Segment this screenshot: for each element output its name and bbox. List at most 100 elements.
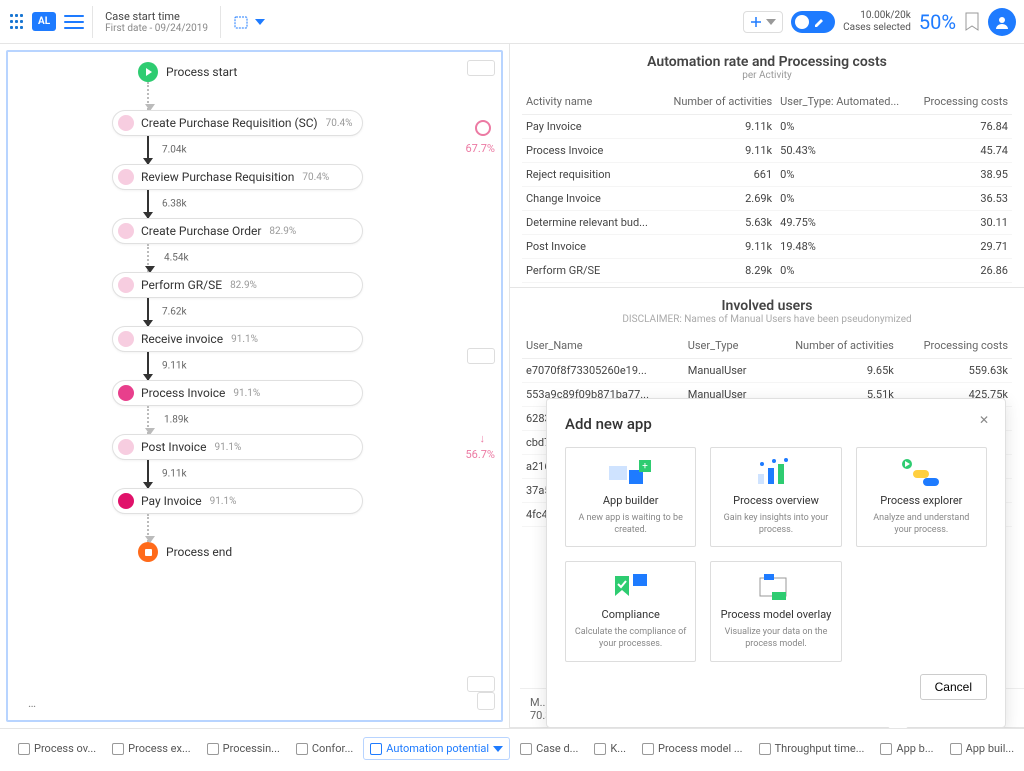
flow-node[interactable]: Create Purchase Order82.9% (112, 218, 363, 244)
card-desc: Visualize your data on the process model… (719, 627, 832, 650)
table-row[interactable]: Determine relevant bud...5.63k49.75%30.1… (522, 211, 1012, 235)
card-desc: Gain key insights into your process. (719, 513, 832, 536)
automation-panel: Automation rate and Processing costs per… (510, 44, 1024, 288)
side-arrow-icon: ↓ (480, 432, 486, 445)
flow-node[interactable]: Post Invoice91.1% (112, 434, 363, 460)
footer-tab[interactable]: Process ex... (106, 738, 197, 759)
tab-icon (594, 743, 606, 755)
footer-tab[interactable]: App buil... (944, 738, 1021, 759)
node-label: Process Invoice (141, 386, 225, 400)
node-pct: 82.9% (230, 280, 257, 291)
footer-tab[interactable]: Confor... (290, 738, 359, 759)
col-header[interactable]: Processing costs (913, 89, 1012, 115)
tab-icon (207, 743, 219, 755)
card-desc: A new app is waiting to be created. (574, 513, 687, 536)
tab-icon (18, 743, 30, 755)
table-row[interactable]: Change Invoice2.69k0%36.53 (522, 187, 1012, 211)
table-row[interactable]: e7070f8f73305260e19...ManualUser9.65k559… (522, 359, 1012, 383)
canvas-control[interactable] (467, 676, 495, 692)
tab-icon (520, 743, 532, 755)
panel-title: Automation rate and Processing costs (522, 54, 1012, 70)
table-row[interactable]: Pay Invoice9.11k0%76.84 (522, 115, 1012, 139)
overlay-icon (751, 572, 801, 602)
user-avatar[interactable] (988, 8, 1016, 36)
canvas-more[interactable]: … (28, 696, 36, 710)
tab-label: Confor... (312, 742, 353, 755)
flow-node-start[interactable]: Process start (138, 62, 363, 82)
flow-node[interactable]: Receive invoice91.1% (112, 326, 363, 352)
case-time-label: Case start time (105, 10, 208, 23)
footer-tab[interactable]: K... (588, 738, 632, 759)
project-badge[interactable]: AL (32, 12, 56, 31)
edge-label: 1.89k (161, 414, 192, 427)
table-row[interactable]: Reject requisition6610%38.95 (522, 163, 1012, 187)
add-widget-button[interactable] (743, 11, 783, 33)
col-header[interactable]: Number of activities (662, 89, 777, 115)
canvas-control[interactable] (477, 692, 495, 710)
case-selection-info: 10.00k/20k Cases selected (843, 10, 911, 34)
footer-tab[interactable]: Processin... (201, 738, 286, 759)
card-model-overlay[interactable]: Process model overlay Visualize your dat… (710, 561, 841, 661)
table-row[interactable]: Perform GR/SE8.29k0%26.86 (522, 259, 1012, 283)
flow-node[interactable]: Pay Invoice91.1% (112, 488, 363, 514)
process-canvas[interactable]: 67.7% ↓ 56.7% … Process start Create Pur… (6, 50, 503, 722)
table-row[interactable]: Post Invoice9.11k19.48%29.71 (522, 235, 1012, 259)
calendar-icon (233, 14, 249, 30)
footer-tab[interactable]: Throughput time... (753, 738, 871, 759)
table-row[interactable]: Process Invoice9.11k50.43%45.74 (522, 139, 1012, 163)
node-pct: 82.9% (269, 226, 296, 237)
node-label: Post Invoice (141, 440, 206, 454)
cancel-button[interactable]: Cancel (920, 674, 987, 700)
close-icon[interactable]: ✕ (979, 413, 989, 427)
card-compliance[interactable]: Compliance Calculate the compliance of y… (565, 561, 696, 661)
chart-icon (751, 458, 801, 488)
panel-disclaimer: DISCLAIMER: Names of Manual Users have b… (522, 314, 1012, 325)
col-header[interactable]: Activity name (522, 89, 662, 115)
tab-label: App b... (896, 742, 933, 755)
col-header[interactable]: User_Type: Automated... (776, 89, 913, 115)
card-app-builder[interactable]: + App builder A new app is waiting to be… (565, 447, 696, 547)
process-flow: Process start Create Purchase Requisitio… (138, 62, 363, 562)
tab-label: Throughput time... (775, 742, 865, 755)
bookmark-icon[interactable] (964, 12, 980, 32)
case-time-selector[interactable]: Case start time First date - 09/24/2019 (92, 6, 221, 38)
flow-node[interactable]: Create Purchase Requisition (SC)70.4% (112, 110, 363, 136)
side-percent-top: 67.7% (465, 142, 495, 155)
col-header[interactable]: User_Name (522, 333, 684, 359)
view-toggle[interactable] (791, 11, 835, 33)
edge-label: 4.54k (161, 252, 192, 265)
footer-tab[interactable]: Process ov... (12, 738, 102, 759)
tab-label: Automation potential (386, 742, 489, 755)
canvas-control[interactable] (467, 348, 495, 364)
card-title: Process explorer (880, 494, 962, 507)
node-label: Process start (166, 65, 237, 79)
col-header[interactable]: Number of activities (766, 333, 898, 359)
flow-node-end[interactable]: Process end (138, 542, 363, 562)
timeframe-dropdown[interactable] (229, 14, 265, 30)
canvas-control[interactable] (467, 60, 495, 76)
card-process-explorer[interactable]: Process explorer Analyze and understand … (856, 447, 987, 547)
menu-icon[interactable] (64, 15, 84, 29)
tab-icon (296, 743, 308, 755)
add-app-modal: ✕ Add new app + App builder A new app is… (546, 398, 1006, 728)
flow-node[interactable]: Perform GR/SE82.9% (112, 272, 363, 298)
card-title: Process overview (733, 494, 819, 507)
col-header[interactable]: User_Type (684, 333, 766, 359)
node-label: Review Purchase Requisition (141, 170, 294, 184)
flow-node[interactable]: Review Purchase Requisition70.4% (112, 164, 363, 190)
card-process-overview[interactable]: Process overview Gain key insights into … (710, 447, 841, 547)
card-title: Process model overlay (721, 608, 832, 621)
edge-label: 7.04k (159, 144, 190, 157)
footer-tab[interactable]: App b... (874, 738, 939, 759)
app-grid-icon[interactable] (8, 14, 24, 30)
footer-tab[interactable]: Case d... (514, 738, 584, 759)
col-header[interactable]: Processing costs (898, 333, 1012, 359)
flow-node[interactable]: Process Invoice91.1% (112, 380, 363, 406)
footer-tab[interactable]: Process model ... (636, 738, 749, 759)
tab-icon (950, 743, 962, 755)
footer-tab[interactable]: Automation potential (363, 737, 510, 760)
flow-edge: 4.54k (147, 244, 149, 272)
flow-edge: 9.11k (147, 352, 149, 380)
toggle-knob (795, 15, 809, 29)
flow-edge: 9.11k (147, 460, 149, 488)
